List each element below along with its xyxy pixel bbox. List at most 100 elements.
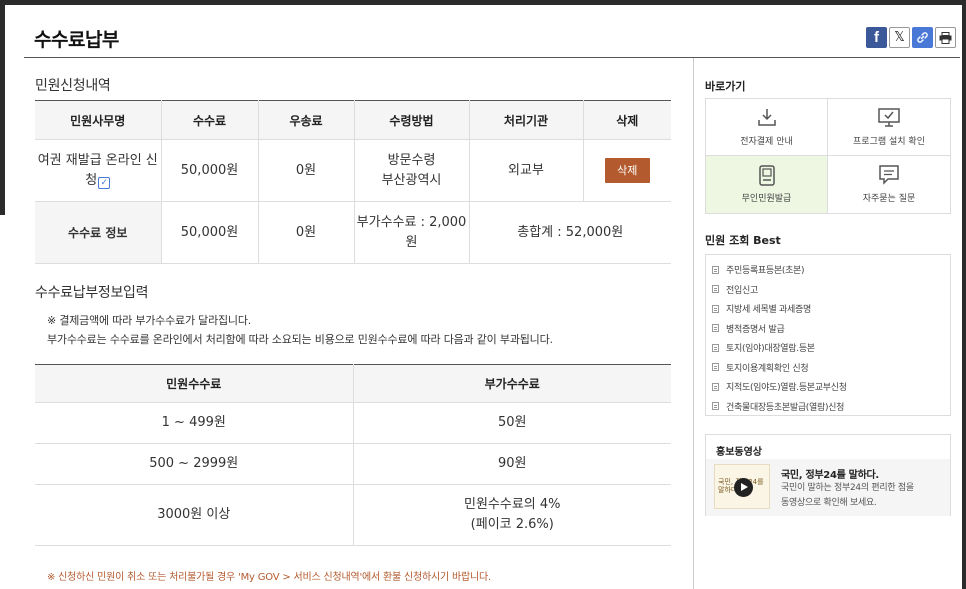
fee-info-postage: 0원 [257,201,355,264]
list-item[interactable]: 토지이용계획확인 신청 [712,358,950,378]
payment-notes: ※ 결제금액에 따라 부가수수료가 달라집니다. 부가수수료는 수수료를 온라인… [47,311,553,349]
best-item-label: 건축물대장등초본발급(열람)신청 [726,402,845,413]
facebook-icon: f [874,29,879,46]
service-name-line1: 여권 재발급 온라인 신 [37,152,158,168]
best-item-label: 지방세 세목별 과세증명 [726,305,811,316]
fee-info-row: 수수료 정보 50,000원 0원 부가수수료 : 2,000 원 총합계 : … [35,201,671,264]
promo-video-card[interactable]: 국민, 정부24를 말하다 국민, 정부24를 말하다. 국민이 말하는 정부2… [706,459,950,516]
fee-range-cell: 1 ~ 499원 [35,402,354,444]
shortcut-faq[interactable]: 자주묻는 질문 [828,156,950,213]
video-thumbnail[interactable]: 국민, 정부24를 말하다 [714,464,770,509]
document-icon [712,343,719,352]
fee-range-cell: 500 ~ 2999원 [35,443,354,485]
note-line: ※ 결제금액에 따라 부가수수료가 달라집니다. [47,314,252,327]
receipt-method-cell: 방문수령 부산광역시 [353,139,470,202]
list-item[interactable]: 건축물대장등초본발급(열람)신청 [712,397,950,417]
postage-cell: 0원 [257,139,355,202]
shortcut-program-install[interactable]: 프로그램 설치 확인 [828,99,950,156]
surcharge-cell: 90원 [352,443,671,485]
fee-info-total: 총합계 : 52,000원 [468,201,671,264]
table-row: 여권 재발급 온라인 신 청 ✓ 50,000원 0원 방문수령 부산광역시 외교… [35,139,671,202]
printer-icon [939,31,952,44]
window-frame-left [0,0,5,589]
service-name-cell: 여권 재발급 온라인 신 청 ✓ [35,139,162,202]
fee-cell: 50,000원 [160,139,259,202]
list-item[interactable]: 전입신고 [712,280,950,300]
facebook-share-button[interactable]: f [866,27,887,48]
print-button[interactable] [935,27,956,48]
service-name-line2: 청 [85,172,98,188]
list-item[interactable]: 지적도(임야도)열람.등본교부신청 [712,377,950,397]
receipt-method-line1: 방문수령 [387,152,436,168]
list-item[interactable]: 토지(임야)대장열람.등본 [712,338,950,358]
surcharge-table: 민원수수료 부가수수료 1 ~ 499원 50원 500 ~ 2999원 90원… [35,364,671,546]
column-header: 수수료 [160,100,259,140]
column-header: 처리기관 [468,100,584,140]
chat-icon [878,165,900,185]
surcharge-line2: (페이코 2.6%) [470,517,554,532]
best-item-label: 지적도(임야도)열람.등본교부신청 [726,383,847,394]
application-section-title: 민원신청내역 [35,78,111,94]
x-icon: 𝕏 [894,30,905,45]
vat-line2: 원 [405,234,418,250]
vat-line1: 부가수수료 : 2,000 [356,214,467,230]
surcharge-cell: 민원수수료의 4% (페이코 2.6%) [352,484,671,546]
promo-text-line: 국민이 말하는 정부24의 편리한 점을 [781,483,914,493]
document-icon [712,402,719,411]
window-frame-right [962,0,966,589]
list-item[interactable]: 병적증명서 발급 [712,319,950,339]
x-share-button[interactable]: 𝕏 [889,27,910,48]
refund-footnote: ※ 신청하신 민원이 취소 또는 처리불가될 경우 'My GOV > 서비스 … [47,572,491,583]
fee-info-vat: 부가수수료 : 2,000 원 [353,201,470,264]
table-header-row: 민원수수료 부가수수료 [35,364,671,403]
best-item-label: 토지(임야)대장열람.등본 [726,344,815,355]
delete-cell: 삭제 [582,139,671,202]
promo-title: 홍보동영상 [716,447,762,458]
promo-headline: 국민, 정부24를 말하다. [781,470,879,481]
table-header-row: 민원사무명 수수료 우송료 수령방법 처리기관 삭제 [35,100,671,140]
fee-info-label: 수수료 정보 [35,201,162,264]
document-icon [712,363,719,372]
column-header: 부가수수료 [352,364,671,403]
document-icon [712,285,719,294]
column-header: 삭제 [582,100,671,140]
best-item-label: 병적증명서 발급 [726,324,785,335]
promo-text-line: 동영상으로 확인해 보세요. [781,498,877,508]
share-toolbar: f 𝕏 [866,27,956,48]
promo-video-box: 홍보동영상 국민, 정부24를 말하다 국민, 정부24를 말하다. 국민이 말… [705,434,951,516]
best-item-label: 전입신고 [726,285,758,296]
receipt-method-line2: 부산광역시 [381,172,442,188]
column-header: 민원수수료 [35,364,354,403]
kiosk-icon [756,164,778,186]
shortcut-label: 프로그램 설치 확인 [853,136,925,147]
shortcuts-title: 바로가기 [705,80,746,93]
play-icon[interactable] [734,478,753,497]
shortcut-label: 자주묻는 질문 [862,194,916,204]
monitor-check-icon [878,108,900,128]
download-icon [756,108,778,128]
shortcut-kiosk[interactable]: 무인민원발급 [706,156,828,213]
shortcut-e-payment[interactable]: 전자결제 안내 [706,99,828,156]
note-line: 부가수수료는 수수료를 온라인에서 처리함에 따라 소요되는 비용으로 민원수수… [47,333,553,346]
list-item[interactable]: 주민등록표등본(초본) [712,260,950,280]
column-divider [693,58,694,589]
table-row: 3000원 이상 민원수수료의 4% (페이코 2.6%) [35,484,671,546]
copy-link-button[interactable] [912,27,933,48]
link-icon [917,32,928,43]
surcharge-cell: 50원 [352,402,671,444]
page-header: 수수료납부 f 𝕏 [24,5,960,58]
table-row: 1 ~ 499원 50원 [35,402,671,444]
document-icon [712,382,719,391]
document-icon [712,304,719,313]
column-header: 우송료 [257,100,355,140]
best-item-label: 토지이용계획확인 신청 [726,363,809,374]
document-icon [712,324,719,333]
edit-icon[interactable]: ✓ [98,176,111,189]
delete-button[interactable]: 삭제 [604,158,650,183]
promo-description: 국민이 말하는 정부24의 편리한 점을 동영상으로 확인해 보세요. [781,481,914,511]
surcharge-line1: 민원수수료의 4% [463,497,561,512]
best-title: 민원 조회 Best [705,234,781,247]
list-item[interactable]: 지방세 세목별 과세증명 [712,299,950,319]
fee-info-fee: 50,000원 [160,201,259,264]
agency-cell: 외교부 [468,139,584,202]
